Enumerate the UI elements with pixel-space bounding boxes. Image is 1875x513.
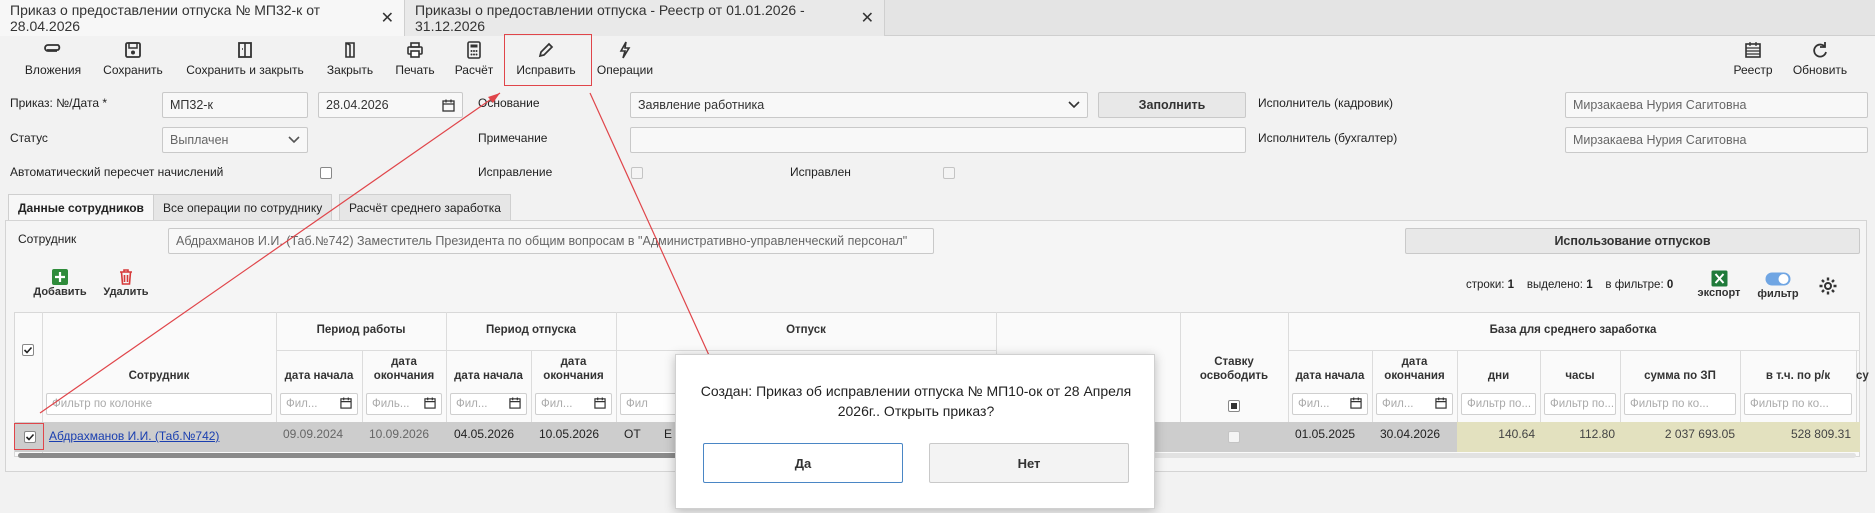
confirmation-dialog: Создан: Приказ об исправлении отпуска № … (675, 354, 1155, 509)
no-button[interactable]: Нет (929, 443, 1129, 483)
yes-button[interactable]: Да (703, 443, 903, 483)
dialog-message: Создан: Приказ об исправлении отпуска № … (700, 383, 1132, 419)
